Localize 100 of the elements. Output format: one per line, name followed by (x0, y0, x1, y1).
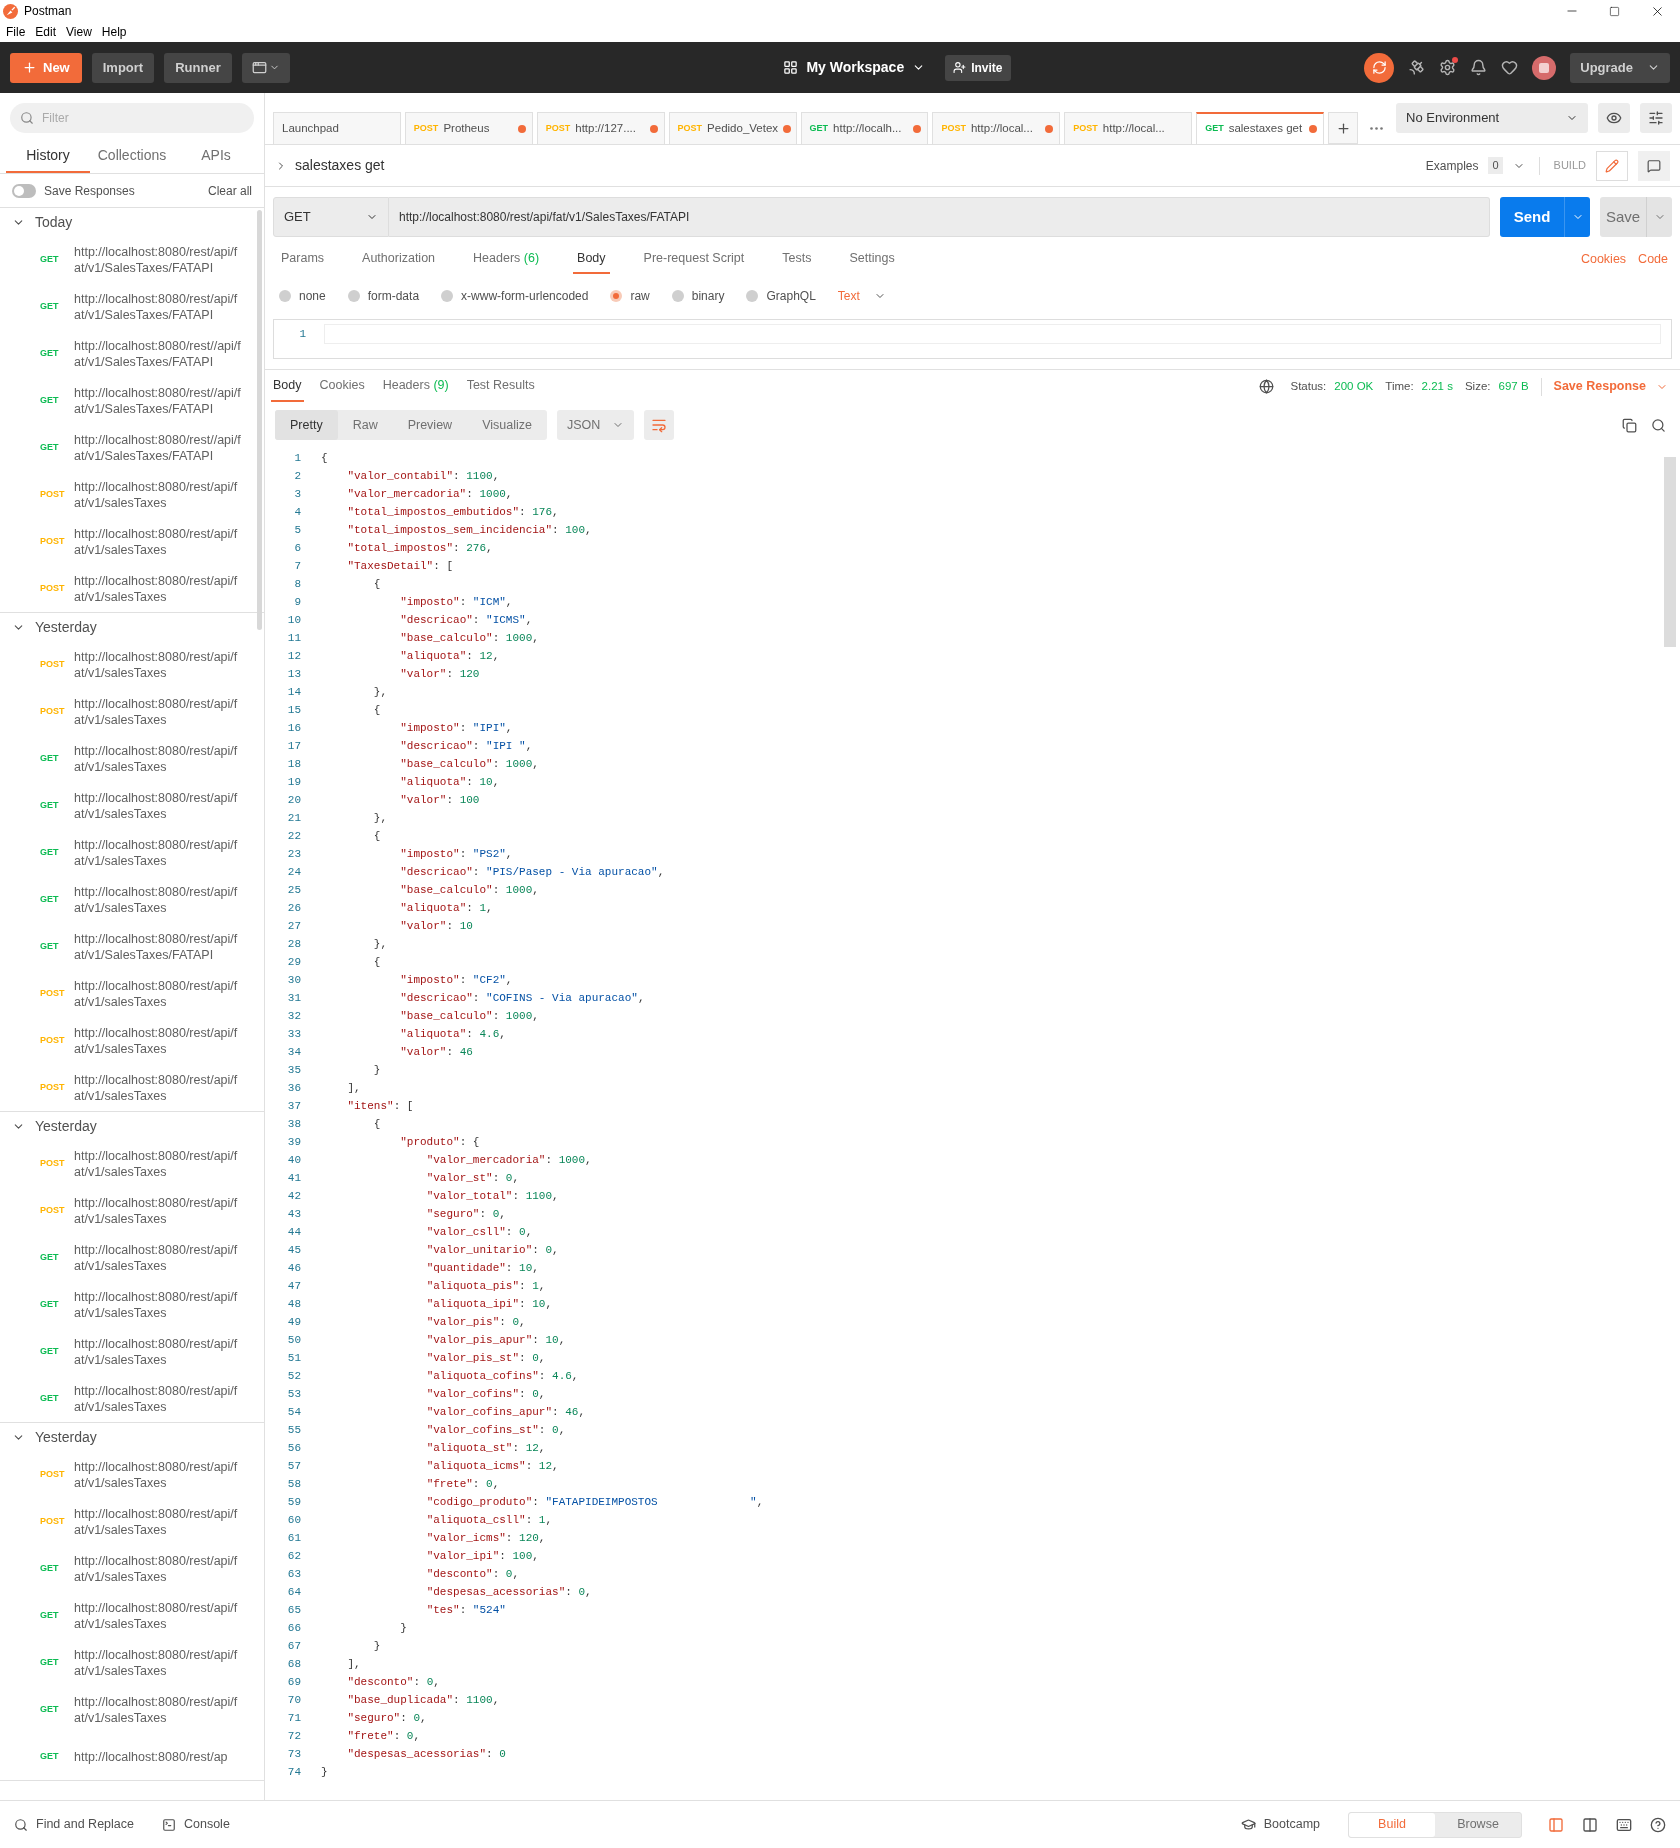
menu-item[interactable]: Help (101, 23, 127, 41)
history-url[interactable]: http://localhost:8080/rest/api/fat/v1/salesTaxes (74, 1024, 242, 1057)
history-url[interactable]: http://localhost:8080/rest/api/fat/v1/salesTaxes (74, 1194, 242, 1227)
history-url[interactable]: http://localhost:8080/rest/api/fat/v1/salesTaxes (74, 1071, 242, 1104)
heart-icon[interactable] (1501, 59, 1519, 76)
keyboard-icon[interactable] (1616, 1816, 1632, 1833)
satellite-icon[interactable] (1408, 59, 1426, 76)
request-tab[interactable]: POST Pedido_Vetex (668, 112, 797, 144)
sidebar-tab[interactable]: APIs (174, 139, 258, 173)
upgrade-button[interactable]: Upgrade (1570, 52, 1670, 83)
history-url[interactable]: http://localhost:8080/rest/api/fat/v1/salesTaxes (74, 525, 242, 558)
request-tab[interactable]: POST Protheus (404, 112, 533, 144)
new-window-button[interactable] (241, 52, 290, 83)
restore-icon[interactable] (1609, 5, 1620, 17)
edit-button[interactable] (1596, 150, 1628, 181)
history-url[interactable]: http://localhost:8080/rest/api/fat/v1/salesTaxes (74, 478, 242, 511)
sidebar-toggle-icon[interactable] (1548, 1816, 1564, 1833)
history-url[interactable]: http://localhost:8080/rest/api/fat/v1/salesTaxes (74, 883, 242, 916)
view-mode-tab[interactable]: Pretty (275, 410, 338, 440)
menu-item[interactable]: File (6, 23, 26, 41)
history-url[interactable]: http://localhost:8080/rest/api/fat/v1/salesTaxes (74, 977, 242, 1010)
method-selector[interactable]: GET (273, 197, 389, 237)
environment-selector[interactable]: No Environment (1396, 102, 1588, 133)
console-button[interactable]: Console (162, 1815, 230, 1834)
manage-environments-button[interactable] (1640, 102, 1672, 133)
radio-button[interactable] (610, 290, 623, 302)
history-url[interactable]: http://localhost:8080/rest/api/fat/v1/salesTaxes (74, 1288, 242, 1321)
request-tab[interactable]: POST http://local... (932, 112, 1061, 144)
request-tab[interactable]: POST http://127.... (536, 112, 665, 144)
find-replace-button[interactable]: Find and Replace (14, 1815, 134, 1834)
history-url[interactable]: http://localhost:8080/rest/api/fat/v1/salesTaxes (74, 1382, 242, 1415)
invite-button[interactable]: Invite (945, 54, 1011, 81)
history-url[interactable]: http://localhost:8080/rest/ap (74, 1748, 242, 1765)
view-mode-tab[interactable]: Raw (337, 410, 393, 440)
request-section-tab[interactable]: Authorization (358, 244, 440, 274)
import-button[interactable]: Import (91, 52, 155, 83)
request-section-tab[interactable]: Tests (778, 244, 816, 274)
scrollbar-thumb[interactable] (1664, 457, 1676, 647)
wrap-lines-button[interactable] (644, 410, 675, 440)
history-group-header[interactable]: Yesterday (0, 1112, 264, 1140)
radio-button[interactable] (746, 290, 759, 302)
history-url[interactable]: http://localhost:8080/rest/api/fat/v1/salesTaxes (74, 695, 242, 728)
workspace-selector[interactable]: My Workspace (783, 57, 926, 78)
menu-item[interactable]: View (66, 23, 92, 41)
history-url[interactable]: http://localhost:8080/rest/api/fat/v1/salesTaxes (74, 742, 242, 775)
history-url[interactable]: http://localhost:8080/rest//api/fat/v1/SalesTaxes/FATAPI (74, 384, 242, 417)
search-icon[interactable] (1651, 417, 1666, 433)
history-url[interactable]: http://localhost:8080/rest/api/fat/v1/salesTaxes (74, 1147, 242, 1180)
request-section-tab[interactable]: Body (573, 244, 610, 274)
runner-button[interactable]: Runner (164, 52, 232, 83)
response-tab[interactable]: Test Results (464, 371, 537, 402)
history-url[interactable]: http://localhost:8080/rest/api/fat/v1/salesTaxes (74, 1646, 242, 1679)
notifications-icon[interactable] (1470, 59, 1488, 76)
history-url[interactable]: http://localhost:8080/rest/api/fat/v1/salesTaxes (74, 789, 242, 822)
bootcamp-button[interactable]: Bootcamp (1240, 1815, 1320, 1834)
view-mode-tab[interactable]: Visualize (467, 410, 547, 440)
history-url[interactable]: http://localhost:8080/rest/api/fat/v1/salesTaxes (74, 1552, 242, 1585)
request-section-tab[interactable]: Params (277, 244, 329, 274)
history-url[interactable]: http://localhost:8080/rest/api/fat/v1/salesTaxes (74, 1599, 242, 1632)
add-tab-button[interactable] (1328, 112, 1358, 144)
sidebar-tab[interactable]: Collections (90, 139, 174, 173)
history-group-header[interactable]: Yesterday (0, 1423, 264, 1451)
radio-button[interactable] (671, 290, 684, 302)
history-url[interactable]: http://localhost:8080/rest/api/fat/v1/SalesTaxes/FATAPI (74, 930, 242, 963)
settings-icon[interactable] (1439, 59, 1457, 76)
response-tab[interactable]: Body (271, 371, 304, 402)
history-url[interactable]: http://localhost:8080/rest/api/fat/v1/salesTaxes (74, 648, 242, 681)
history-url[interactable]: http://localhost:8080/rest/api/fat/v1/salesTaxes (74, 572, 242, 605)
history-url[interactable]: http://localhost:8080/rest/api/fat/v1/salesTaxes (74, 1505, 242, 1538)
filter-field[interactable]: Filter (10, 103, 254, 133)
sidebar-tab[interactable]: History (6, 139, 90, 173)
request-section-tab[interactable]: Pre-request Script (639, 244, 749, 274)
mode-toggle[interactable]: Browse (1435, 1812, 1521, 1837)
history-url[interactable]: http://localhost:8080/rest/api/fat/v1/salesTaxes (74, 1693, 242, 1726)
request-tab[interactable]: POST http://local... (1064, 112, 1193, 144)
copy-icon[interactable] (1622, 417, 1637, 433)
radio-button[interactable] (441, 290, 454, 302)
radio-button[interactable] (347, 290, 360, 302)
history-url[interactable]: http://localhost:8080/rest/api/fat/v1/salesTaxes (74, 1458, 242, 1491)
url-field[interactable]: http://localhost:8080/rest/api/fat/v1/SalesTaxes/FATAPI (389, 197, 1490, 237)
menu-item[interactable]: Edit (35, 23, 57, 41)
comments-button[interactable] (1638, 150, 1670, 181)
environment-quick-look-button[interactable] (1598, 102, 1630, 133)
request-tab[interactable]: GET salestaxes get (1196, 112, 1324, 144)
history-url[interactable]: http://localhost:8080/rest//api/fat/v1/SalesTaxes/FATAPI (74, 431, 242, 464)
two-pane-icon[interactable] (1582, 1816, 1598, 1833)
sync-button[interactable] (1364, 52, 1395, 83)
response-tab[interactable]: Headers (9) (380, 371, 451, 402)
request-tab[interactable]: GET http://localh... (800, 112, 929, 144)
clear-all-button[interactable]: Clear all (208, 181, 252, 200)
history-group-header[interactable]: Yesterday (0, 613, 264, 641)
format-selector[interactable]: JSON (556, 410, 635, 440)
help-icon[interactable] (1650, 1816, 1666, 1833)
radio-button[interactable] (279, 290, 291, 302)
examples-label[interactable]: Examples (1425, 156, 1479, 175)
view-mode-tab[interactable]: Preview (392, 410, 468, 440)
request-tab[interactable]: Launchpad (273, 112, 401, 144)
history-url[interactable]: http://localhost:8080/rest/api/fat/v1/SalesTaxes/FATAPI (74, 290, 242, 323)
history-url[interactable]: http://localhost:8080/rest/api/fat/v1/salesTaxes (74, 1241, 242, 1274)
history-group-header[interactable]: Today (0, 208, 264, 236)
